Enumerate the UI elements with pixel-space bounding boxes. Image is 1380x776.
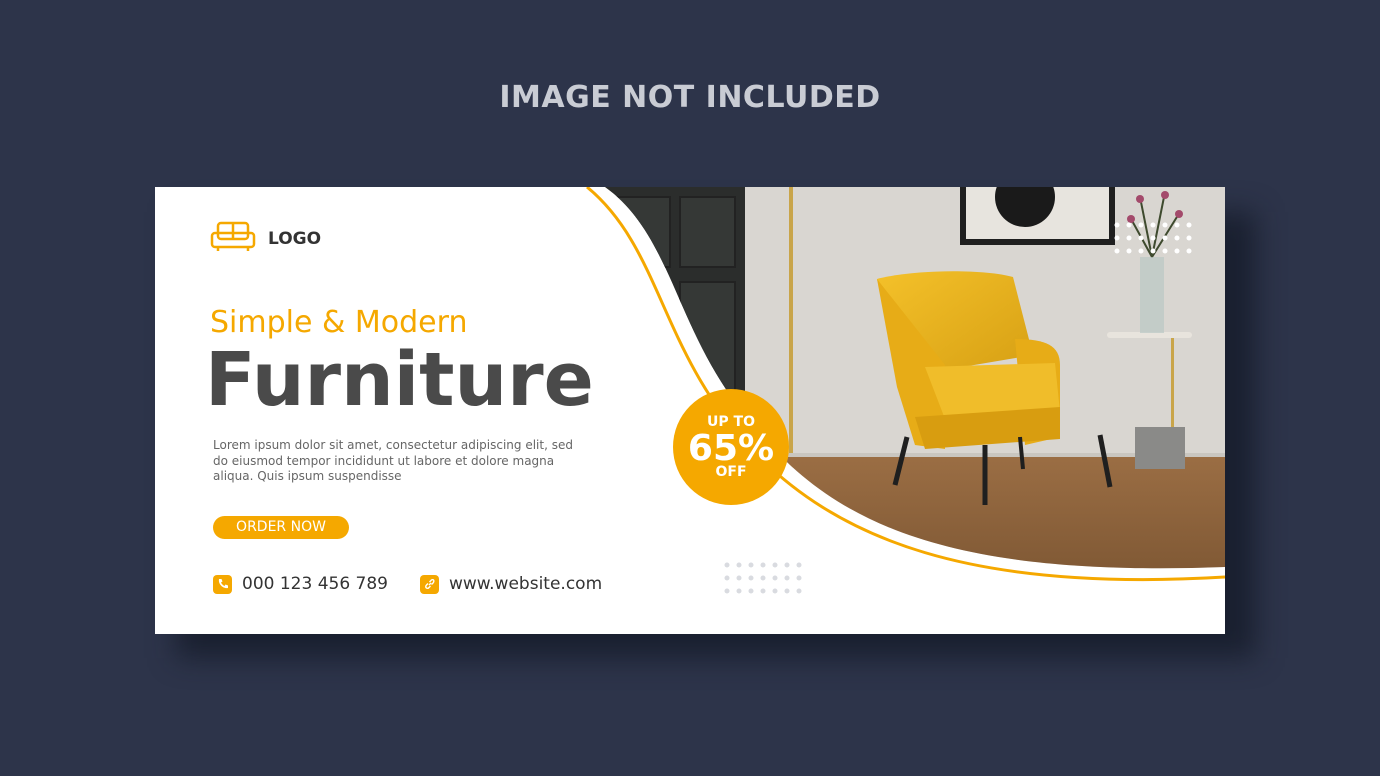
logo: LOGO bbox=[210, 221, 321, 257]
badge-percent: 65% bbox=[687, 428, 775, 469]
phone-number: 000 123 456 789 bbox=[242, 574, 389, 594]
sofa-icon bbox=[210, 221, 256, 257]
banner-title: Furniture bbox=[205, 337, 594, 423]
website-contact: www.website.com bbox=[420, 574, 602, 594]
image-not-included-label: IMAGE NOT INCLUDED bbox=[499, 80, 881, 115]
banner-body-text: Lorem ipsum dolor sit amet, consectetur … bbox=[213, 438, 573, 483]
link-icon bbox=[420, 574, 439, 594]
decorative-dots-bottom bbox=[724, 562, 802, 594]
banner-subtitle: Simple & Modern bbox=[210, 305, 468, 340]
phone-contact: 000 123 456 789 bbox=[213, 574, 388, 594]
order-now-button[interactable]: ORDER NOW bbox=[213, 516, 349, 539]
furniture-banner: LOGO Simple & Modern Furniture Lorem ips… bbox=[155, 187, 1225, 634]
website-url[interactable]: www.website.com bbox=[449, 574, 602, 594]
discount-badge: UP TO 65% OFF bbox=[673, 389, 789, 505]
logo-text: LOGO bbox=[268, 229, 322, 249]
phone-icon bbox=[213, 574, 232, 594]
badge-off: OFF bbox=[715, 464, 747, 480]
